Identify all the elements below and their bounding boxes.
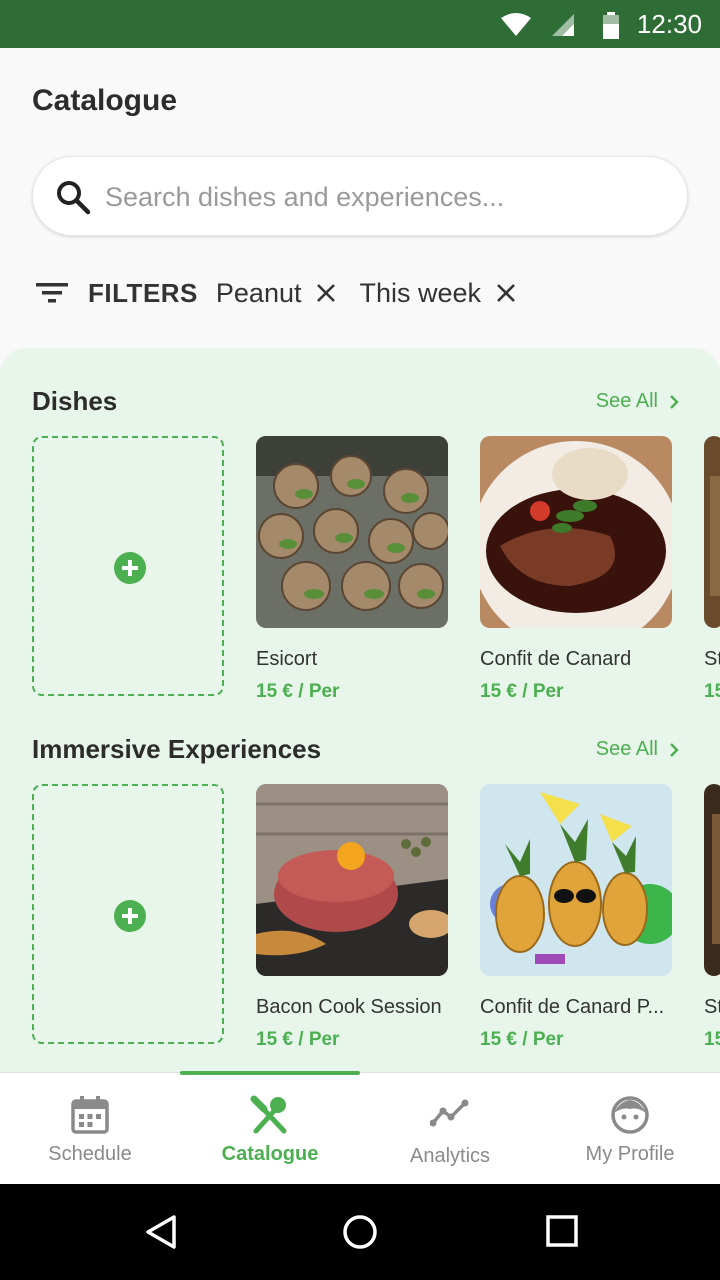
chevron-right-icon (670, 394, 679, 409)
page-title: Catalogue (32, 84, 178, 117)
see-all-label: See All (595, 738, 658, 760)
experience-image-tartare (256, 784, 448, 976)
dish-card[interactable]: Esicort 15 € / Per (256, 436, 448, 703)
nav-item-analytics[interactable]: Analytics (360, 1073, 540, 1185)
filter-chip-label: This week (359, 277, 482, 308)
experience-name: Bacon Cook Session (256, 996, 442, 1018)
active-tab-indicator (180, 1071, 360, 1075)
dish-image-confit (480, 436, 672, 628)
see-all-experiences-link[interactable]: See All (596, 738, 680, 761)
nav-label: Catalogue (221, 1143, 319, 1165)
experience-card[interactable]: Confit de Canard P... 15 € / Per (480, 784, 672, 1051)
search-bar[interactable] (32, 156, 688, 236)
see-all-dishes-link[interactable]: See All (596, 390, 680, 413)
add-experience-card[interactable] (32, 784, 224, 1044)
plus-icon (114, 900, 146, 932)
chevron-right-icon (670, 742, 679, 757)
see-all-label: See All (595, 390, 658, 412)
nav-item-schedule[interactable]: Schedule (0, 1073, 180, 1185)
fork-knife-icon (250, 1095, 287, 1134)
filter-chip-this-week[interactable]: This week (359, 278, 517, 309)
wifi-icon (501, 13, 531, 36)
filters-bar: FILTERS Peanut This week (32, 270, 539, 316)
dish-image-snails (256, 436, 448, 628)
filter-chip-peanut[interactable]: Peanut (216, 278, 338, 309)
nav-item-my-profile[interactable]: My Profile (540, 1073, 720, 1185)
dish-name: St (704, 648, 720, 670)
nav-item-catalogue[interactable]: Catalogue (180, 1071, 360, 1185)
close-icon[interactable] (315, 282, 337, 304)
calendar-icon (71, 1096, 109, 1134)
profile-face-icon (611, 1096, 649, 1134)
dish-name: Confit de Canard (480, 648, 632, 670)
plus-icon (114, 552, 146, 584)
filter-chip-label: Peanut (215, 277, 302, 308)
experience-price: 15 € / Per (480, 1029, 564, 1050)
filter-icon[interactable] (32, 278, 72, 308)
recents-icon[interactable] (546, 1214, 578, 1250)
close-icon[interactable] (495, 282, 517, 304)
battery-icon (603, 12, 619, 39)
experience-price: 15 (704, 1029, 720, 1050)
dish-price: 15 € / Per (256, 681, 340, 702)
experience-card-partial[interactable]: St 15 (704, 784, 720, 1051)
dish-image-partial (704, 436, 720, 628)
system-navigation-bar (0, 1184, 720, 1280)
status-bar: 12:30 (0, 0, 720, 48)
filters-label[interactable]: FILTERS (88, 278, 198, 309)
experience-name: St (704, 996, 720, 1018)
nav-label: Analytics (409, 1145, 491, 1167)
bottom-nav: Schedule Catalogue Analytics My Profile (0, 1071, 720, 1185)
section-title-dishes: Dishes (32, 386, 118, 416)
search-icon (57, 181, 91, 215)
nav-label: My Profile (585, 1143, 675, 1165)
experience-name: Confit de Canard P... (480, 996, 665, 1018)
add-dish-card[interactable] (32, 436, 224, 696)
dish-card-partial[interactable]: St 15 (704, 436, 720, 703)
experience-image-pineapples (480, 784, 672, 976)
experience-card[interactable]: Bacon Cook Session 15 € / Per (256, 784, 448, 1051)
home-icon[interactable] (342, 1214, 378, 1250)
experience-price: 15 € / Per (256, 1029, 340, 1050)
nav-label: Schedule (48, 1143, 132, 1165)
back-icon[interactable] (144, 1214, 178, 1250)
dish-name: Esicort (256, 648, 318, 670)
signal-icon (552, 14, 574, 36)
experience-image-partial (704, 784, 720, 976)
catalogue-content: Dishes See All Esicort 15 € / Per Confit… (0, 348, 720, 1088)
status-time: 12:30 (636, 9, 702, 39)
analytics-icon (430, 1099, 469, 1127)
dish-price: 15 € / Per (480, 681, 564, 702)
dish-price: 15 (704, 681, 720, 702)
search-input[interactable] (105, 175, 665, 219)
section-title-experiences: Immersive Experiences (32, 734, 322, 764)
dish-card[interactable]: Confit de Canard 15 € / Per (480, 436, 672, 703)
